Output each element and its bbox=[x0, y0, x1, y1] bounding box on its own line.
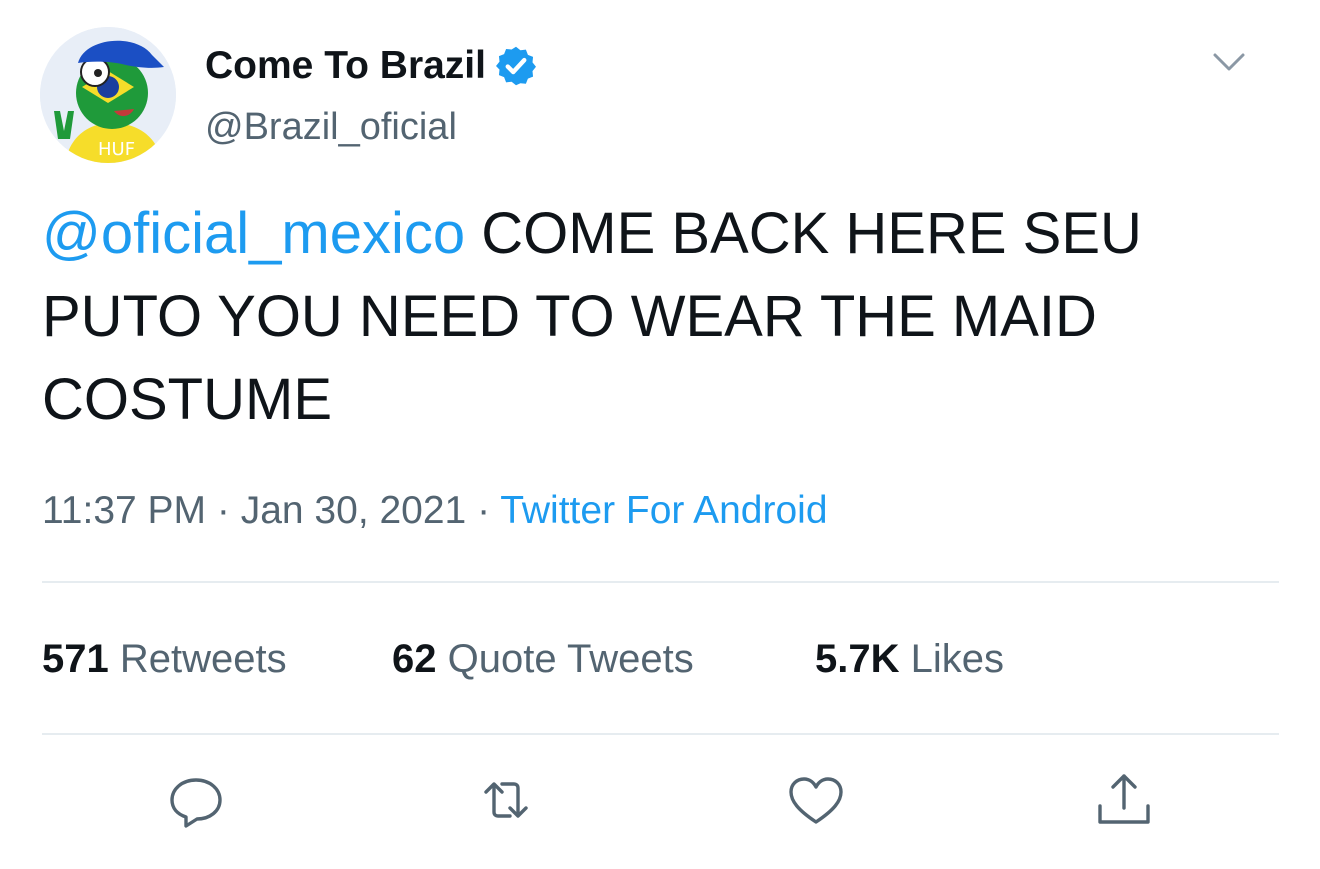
avatar-image: HUF bbox=[40, 27, 176, 163]
tweet-date[interactable]: Jan 30, 2021 bbox=[241, 489, 467, 532]
tweet-mention-link[interactable]: @oficial_mexico bbox=[42, 201, 465, 266]
like-button[interactable] bbox=[784, 768, 848, 832]
reply-icon bbox=[170, 778, 222, 828]
chevron-down-icon[interactable] bbox=[1205, 42, 1253, 82]
likes-stat[interactable]: 5.7K Likes bbox=[815, 634, 1004, 684]
like-icon bbox=[789, 777, 843, 824]
tweet-meta: 11:37 PM · Jan 30, 2021 · Twitter For An… bbox=[42, 486, 828, 536]
retweets-stat[interactable]: 571 Retweets bbox=[42, 634, 287, 684]
retweet-icon bbox=[484, 782, 528, 818]
meta-separator: · bbox=[206, 489, 241, 532]
reply-button[interactable] bbox=[164, 768, 228, 832]
quotes-count: 62 bbox=[392, 637, 437, 681]
tweet-text: @oficial_mexico COME BACK HERE SEU PUTO … bbox=[42, 192, 1282, 441]
share-icon bbox=[1098, 774, 1150, 824]
retweets-label: Retweets bbox=[119, 637, 287, 681]
divider bbox=[42, 733, 1279, 735]
avatar-shirt-text: HUF bbox=[98, 139, 135, 160]
tweet-time[interactable]: 11:37 PM bbox=[42, 489, 206, 532]
meta-separator: · bbox=[466, 489, 501, 532]
retweet-button[interactable] bbox=[474, 768, 538, 832]
author-name-row: Come To Brazil bbox=[205, 42, 538, 90]
author-display-name[interactable]: Come To Brazil bbox=[205, 42, 486, 90]
verified-badge-icon bbox=[496, 46, 536, 86]
quotes-stat[interactable]: 62 Quote Tweets bbox=[392, 634, 694, 684]
retweets-count: 571 bbox=[42, 637, 109, 681]
likes-count: 5.7K bbox=[815, 637, 900, 681]
author-handle[interactable]: @Brazil_oficial bbox=[205, 104, 457, 150]
likes-label: Likes bbox=[910, 637, 1005, 681]
avatar[interactable]: HUF bbox=[40, 27, 176, 163]
share-button[interactable] bbox=[1092, 768, 1156, 832]
tweet-source-link[interactable]: Twitter For Android bbox=[500, 489, 827, 532]
divider bbox=[42, 581, 1279, 583]
quotes-label: Quote Tweets bbox=[447, 637, 694, 681]
